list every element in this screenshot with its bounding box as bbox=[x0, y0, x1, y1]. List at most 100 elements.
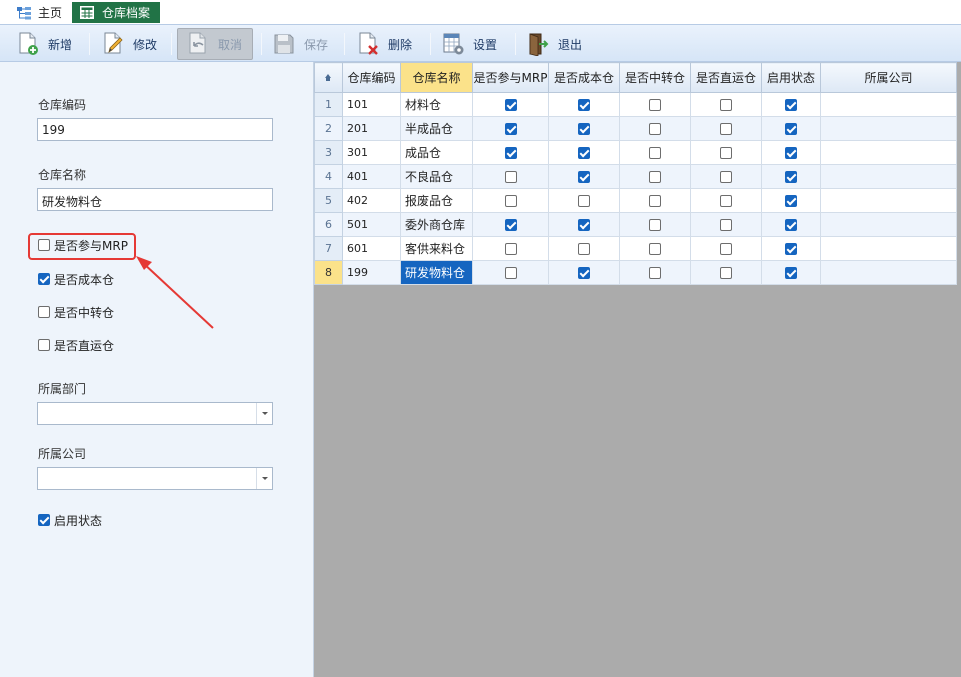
warehouse-name-cell[interactable]: 成品仓 bbox=[400, 140, 473, 165]
enabled-checkbox-box[interactable] bbox=[38, 514, 50, 526]
exit-button[interactable]: 退出 bbox=[526, 28, 582, 60]
table-row[interactable]: 8 199 研发物料仓 bbox=[314, 260, 957, 285]
direct-checkbox[interactable] bbox=[720, 171, 732, 183]
row-indicator-header[interactable] bbox=[314, 62, 343, 93]
cost-checkbox[interactable] bbox=[578, 171, 590, 183]
enabled-checkbox[interactable]: 启用状态 bbox=[38, 512, 102, 528]
transit-checkbox[interactable] bbox=[649, 195, 661, 207]
transit-cell[interactable] bbox=[619, 92, 691, 117]
mrp-cell[interactable] bbox=[472, 140, 549, 165]
direct-checkbox[interactable] bbox=[720, 147, 732, 159]
cost-checkbox[interactable] bbox=[578, 195, 590, 207]
cancel-button[interactable]: 取消 bbox=[177, 28, 254, 60]
enabled-cell[interactable] bbox=[761, 140, 821, 165]
tab-home[interactable]: 主页 bbox=[8, 2, 70, 23]
table-row[interactable]: 6 501 委外商仓库 bbox=[314, 212, 957, 237]
enabled-checkbox[interactable] bbox=[785, 123, 797, 135]
delete-button[interactable]: 删除 bbox=[356, 28, 412, 60]
enabled-cell[interactable] bbox=[761, 164, 821, 189]
chevron-down-icon[interactable] bbox=[256, 403, 272, 424]
warehouse-name-cell[interactable]: 报废品仓 bbox=[400, 188, 473, 213]
transit-cell[interactable] bbox=[619, 164, 691, 189]
direct-checkbox[interactable] bbox=[720, 219, 732, 231]
direct-checkbox[interactable] bbox=[720, 243, 732, 255]
mrp-cell[interactable] bbox=[472, 236, 549, 261]
department-select[interactable] bbox=[37, 402, 273, 425]
cost-cell[interactable] bbox=[548, 116, 620, 141]
warehouse-name-cell[interactable]: 材料仓 bbox=[400, 92, 473, 117]
table-row[interactable]: 3 301 成品仓 bbox=[314, 140, 957, 165]
direct-cell[interactable] bbox=[690, 260, 762, 285]
warehouse-code-cell[interactable]: 401 bbox=[342, 164, 401, 189]
transit-cell[interactable] bbox=[619, 212, 691, 237]
warehouse-code-cell[interactable]: 301 bbox=[342, 140, 401, 165]
direct-checkbox[interactable] bbox=[720, 267, 732, 279]
column-header[interactable]: 仓库名称 bbox=[400, 62, 473, 93]
warehouse-code-cell[interactable]: 601 bbox=[342, 236, 401, 261]
chevron-down-icon[interactable] bbox=[256, 468, 272, 489]
transit-warehouse-checkbox[interactable]: 是否中转仓 bbox=[38, 304, 114, 320]
warehouse-code-cell[interactable]: 501 bbox=[342, 212, 401, 237]
cost-checkbox[interactable] bbox=[578, 147, 590, 159]
column-header[interactable]: 所属公司 bbox=[820, 62, 957, 93]
settings-button[interactable]: 设置 bbox=[441, 28, 497, 60]
company-cell[interactable] bbox=[820, 164, 957, 189]
transit-cell[interactable] bbox=[619, 260, 691, 285]
warehouse-name-cell[interactable]: 研发物料仓 bbox=[400, 260, 473, 285]
direct-cell[interactable] bbox=[690, 212, 762, 237]
enabled-cell[interactable] bbox=[761, 236, 821, 261]
mrp-cell[interactable] bbox=[472, 164, 549, 189]
row-number[interactable]: 8 bbox=[314, 260, 343, 285]
enabled-checkbox[interactable] bbox=[785, 243, 797, 255]
direct-cell[interactable] bbox=[690, 188, 762, 213]
mrp-checkbox[interactable] bbox=[504, 147, 517, 159]
direct-cell[interactable] bbox=[690, 140, 762, 165]
warehouse-code-cell[interactable]: 402 bbox=[342, 188, 401, 213]
cost-checkbox[interactable] bbox=[578, 219, 590, 231]
enabled-cell[interactable] bbox=[761, 188, 821, 213]
cost-warehouse-checkbox-box[interactable] bbox=[38, 273, 50, 285]
cost-checkbox[interactable] bbox=[578, 243, 590, 255]
new-button[interactable]: 新增 bbox=[16, 28, 72, 60]
cost-checkbox[interactable] bbox=[578, 267, 590, 279]
column-header[interactable]: 启用状态 bbox=[761, 62, 821, 93]
table-row[interactable]: 1 101 材料仓 bbox=[314, 92, 957, 117]
transit-checkbox[interactable] bbox=[649, 123, 661, 135]
table-row[interactable]: 7 601 客供来料仓 bbox=[314, 236, 957, 261]
cost-warehouse-checkbox[interactable]: 是否成本仓 bbox=[38, 271, 114, 287]
transit-checkbox[interactable] bbox=[649, 147, 661, 159]
direct-cell[interactable] bbox=[690, 164, 762, 189]
warehouse-name-cell[interactable]: 委外商仓库 bbox=[400, 212, 473, 237]
enabled-checkbox[interactable] bbox=[785, 219, 797, 231]
column-header[interactable]: 是否成本仓 bbox=[548, 62, 620, 93]
enabled-checkbox[interactable] bbox=[785, 267, 797, 279]
mrp-checkbox[interactable] bbox=[504, 99, 517, 111]
row-number[interactable]: 1 bbox=[314, 92, 343, 117]
warehouse-code-cell[interactable]: 199 bbox=[342, 260, 401, 285]
direct-checkbox[interactable] bbox=[720, 195, 732, 207]
column-header[interactable]: 是否中转仓 bbox=[619, 62, 691, 93]
warehouse-name-cell[interactable]: 不良品仓 bbox=[400, 164, 473, 189]
enabled-cell[interactable] bbox=[761, 116, 821, 141]
cost-cell[interactable] bbox=[548, 188, 620, 213]
transit-checkbox[interactable] bbox=[649, 99, 661, 111]
direct-cell[interactable] bbox=[690, 92, 762, 117]
warehouse-code-cell[interactable]: 101 bbox=[342, 92, 401, 117]
company-select[interactable] bbox=[37, 467, 273, 490]
enabled-checkbox[interactable] bbox=[785, 171, 797, 183]
warehouse-name-field[interactable]: 研发物料仓 bbox=[37, 188, 273, 211]
row-number[interactable]: 2 bbox=[314, 116, 343, 141]
mrp-checkbox[interactable] bbox=[504, 171, 517, 183]
mrp-cell[interactable] bbox=[472, 116, 549, 141]
enabled-cell[interactable] bbox=[761, 260, 821, 285]
transit-checkbox[interactable] bbox=[649, 243, 661, 255]
column-header[interactable]: 仓库编码 bbox=[342, 62, 401, 93]
warehouse-code-cell[interactable]: 201 bbox=[342, 116, 401, 141]
direct-checkbox[interactable] bbox=[720, 99, 732, 111]
enabled-checkbox[interactable] bbox=[785, 147, 797, 159]
mrp-checkbox[interactable] bbox=[504, 219, 517, 231]
table-row[interactable]: 4 401 不良品仓 bbox=[314, 164, 957, 189]
direct-checkbox[interactable] bbox=[720, 123, 732, 135]
mrp-checkbox[interactable] bbox=[504, 267, 517, 279]
table-row[interactable]: 2 201 半成品仓 bbox=[314, 116, 957, 141]
